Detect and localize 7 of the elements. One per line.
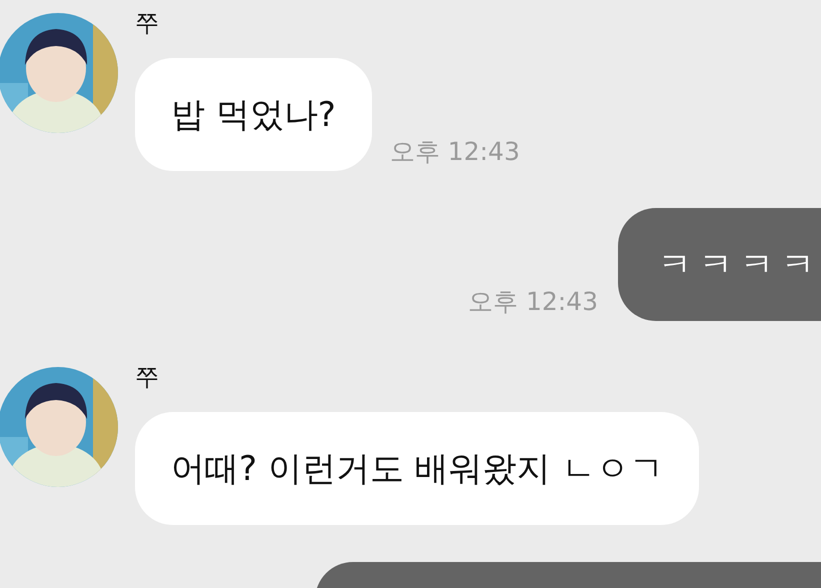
message-time: 오후 12:43 bbox=[468, 286, 598, 318]
sender-name: 쭈 bbox=[135, 8, 160, 39]
message-bubble: ㅋㅋㅋㅋ bbox=[618, 208, 821, 321]
message-bubble: 밥 먹었나? bbox=[135, 58, 372, 171]
message-bubble: 어때? 이런거도 배워왔지 ㄴㅇㄱ bbox=[135, 412, 700, 525]
sender-name: 쭈 bbox=[135, 362, 160, 393]
message-time: 오후 12:43 bbox=[390, 136, 520, 168]
